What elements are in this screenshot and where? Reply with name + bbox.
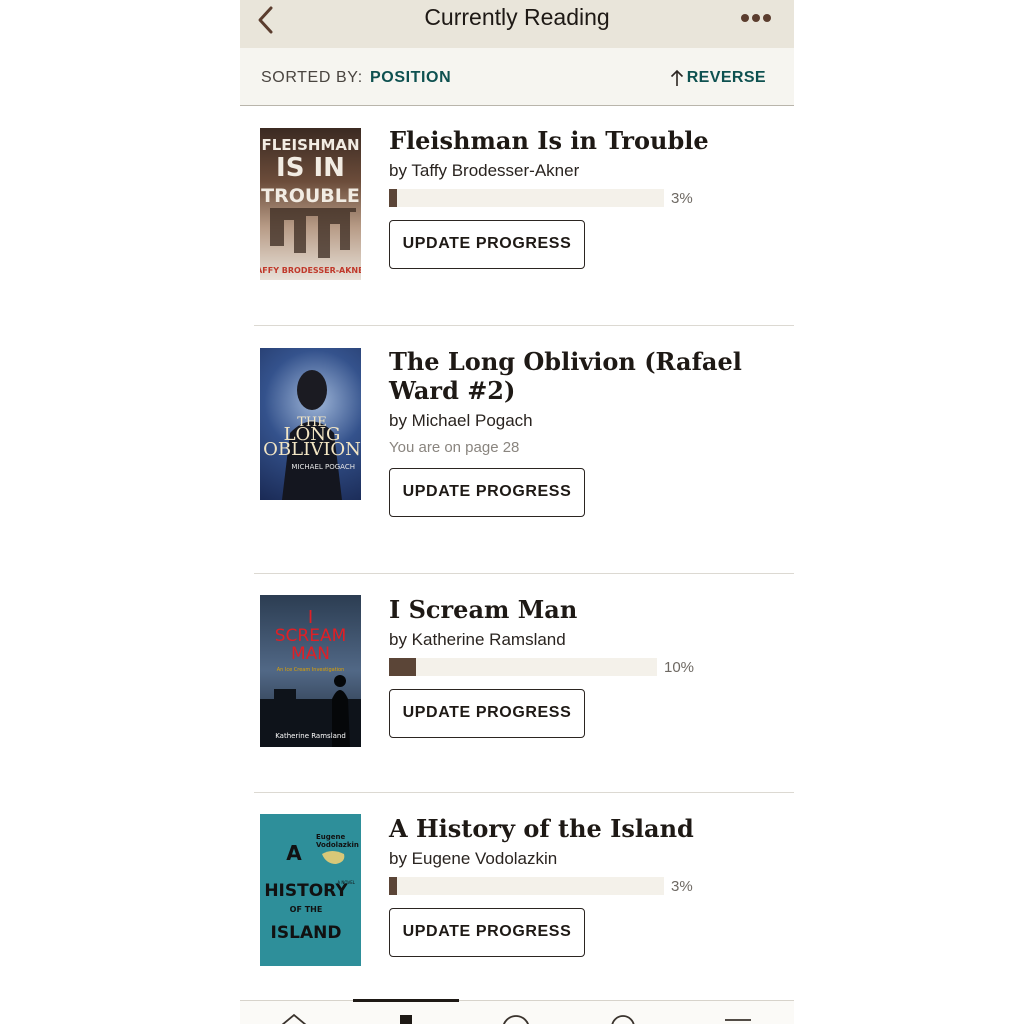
book-info: Fleishman Is in Trouble by Taffy Brodess…: [389, 126, 769, 269]
cover-title-line: IS IN: [276, 153, 345, 183]
arrow-up-icon: [670, 69, 683, 86]
cover-author: TAFFY BRODESSER-AKNER: [260, 266, 361, 275]
book-info: I Scream Man by Katherine Ramsland 10% U…: [389, 595, 769, 738]
progress-row: 3%: [389, 188, 769, 208]
home-icon: [281, 1013, 307, 1024]
progress-bar: [389, 189, 664, 207]
sort-position-button[interactable]: POSITION: [370, 69, 451, 87]
search-icon: [611, 1015, 635, 1024]
progress-percent: 10%: [664, 658, 695, 676]
cover-title-line: FLEISHMAN: [261, 136, 359, 154]
nav-search[interactable]: [603, 1009, 643, 1024]
cover-title-line: SCREAM: [275, 626, 347, 646]
cover-title-line: MAN: [291, 644, 330, 664]
book-cover[interactable]: FLEISHMAN IS IN TROUBLE TAFFY BRODESSER-…: [260, 128, 361, 280]
cover-title-line: I: [308, 607, 313, 628]
progress-fill: [389, 877, 397, 895]
page-note: You are on page 28: [389, 439, 520, 456]
cover-author: Katherine Ramsland: [275, 732, 346, 740]
nav-menu[interactable]: [718, 1009, 758, 1024]
cover-author-first: Eugene: [316, 833, 346, 841]
book-cover[interactable]: I SCREAM MAN An Ice Cream Investigation …: [260, 595, 361, 747]
book-item: I SCREAM MAN An Ice Cream Investigation …: [254, 573, 794, 792]
update-progress-button[interactable]: UPDATE PROGRESS: [389, 220, 585, 269]
cover-author: MICHAEL POGACH: [291, 463, 355, 471]
progress-row: 10%: [389, 657, 769, 677]
book-title[interactable]: I Scream Man: [389, 595, 769, 624]
bottom-nav: [240, 999, 794, 1024]
nav-home[interactable]: [274, 1009, 314, 1024]
cover-title-line: HISTORY: [264, 881, 348, 901]
discover-icon: [503, 1015, 529, 1024]
active-tab-indicator: [353, 999, 459, 1002]
reverse-sort-button[interactable]: REVERSE: [670, 67, 766, 89]
update-progress-button[interactable]: UPDATE PROGRESS: [389, 468, 585, 517]
ellipsis-icon: [741, 14, 771, 22]
app-screen: Currently Reading SORTED BY: POSITION RE…: [240, 0, 794, 1024]
progress-row: 3%: [389, 876, 769, 896]
book-author[interactable]: by Katherine Ramsland: [389, 630, 769, 650]
cover-art: THE LONG OBLIVION MICHAEL POGACH: [263, 370, 361, 500]
book-title[interactable]: The Long Oblivion (Rafael Ward #2): [389, 347, 769, 405]
reverse-label: REVERSE: [686, 69, 766, 86]
book-item: FLEISHMAN IS IN TROUBLE TAFFY BRODESSER-…: [240, 106, 794, 325]
progress-fill: [389, 658, 416, 676]
cover-title-line: OBLIVION: [263, 439, 361, 460]
cover-art: FLEISHMAN IS IN TROUBLE TAFFY BRODESSER-…: [260, 136, 361, 275]
book-item: THE LONG OBLIVION MICHAEL POGACH The Lon…: [254, 325, 794, 573]
book-item: A HISTORY OF THE ISLAND Eugene Vodolazki…: [254, 792, 794, 1002]
sort-label: SORTED BY:: [261, 69, 363, 86]
book-cover[interactable]: THE LONG OBLIVION MICHAEL POGACH: [260, 348, 361, 500]
cover-subtitle: An Ice Cream Investigation: [277, 667, 345, 673]
menu-icon: [725, 1019, 751, 1021]
top-bar: Currently Reading: [240, 0, 794, 48]
nav-discover[interactable]: [496, 1009, 536, 1024]
nav-my-books[interactable]: [386, 1009, 426, 1024]
cover-title-line: OF THE: [290, 905, 323, 914]
progress-percent: 3%: [671, 189, 693, 207]
book-title[interactable]: A History of the Island: [389, 814, 769, 843]
cover-art: I SCREAM MAN An Ice Cream Investigation …: [260, 607, 361, 747]
cover-art: A HISTORY OF THE ISLAND Eugene Vodolazki…: [264, 833, 359, 943]
book-list: FLEISHMAN IS IN TROUBLE TAFFY BRODESSER-…: [240, 106, 794, 1002]
progress-percent: 3%: [671, 877, 693, 895]
progress-bar: [389, 877, 664, 895]
update-progress-button[interactable]: UPDATE PROGRESS: [389, 908, 585, 957]
book-info: The Long Oblivion (Rafael Ward #2) by Mi…: [389, 347, 769, 517]
update-progress-button[interactable]: UPDATE PROGRESS: [389, 689, 585, 738]
cover-title-line: A: [286, 841, 302, 865]
cover-author-last: Vodolazkin: [316, 841, 359, 849]
progress-bar: [389, 658, 657, 676]
book-cover[interactable]: A HISTORY OF THE ISLAND Eugene Vodolazki…: [260, 814, 361, 966]
cover-tag: A NOVEL: [337, 880, 355, 885]
sort-bar: SORTED BY: POSITION REVERSE: [240, 48, 794, 106]
cover-title-line: ISLAND: [271, 923, 342, 943]
book-info: A History of the Island by Eugene Vodola…: [389, 814, 769, 957]
more-options-button[interactable]: [738, 9, 774, 27]
my-books-icon: [400, 1015, 412, 1024]
book-author[interactable]: by Eugene Vodolazkin: [389, 849, 769, 869]
book-title[interactable]: Fleishman Is in Trouble: [389, 126, 769, 155]
book-author[interactable]: by Taffy Brodesser-Akner: [389, 161, 769, 181]
book-author[interactable]: by Michael Pogach: [389, 411, 769, 431]
page-title: Currently Reading: [424, 4, 610, 30]
progress-fill: [389, 189, 397, 207]
cover-title-line: TROUBLE: [261, 185, 360, 207]
